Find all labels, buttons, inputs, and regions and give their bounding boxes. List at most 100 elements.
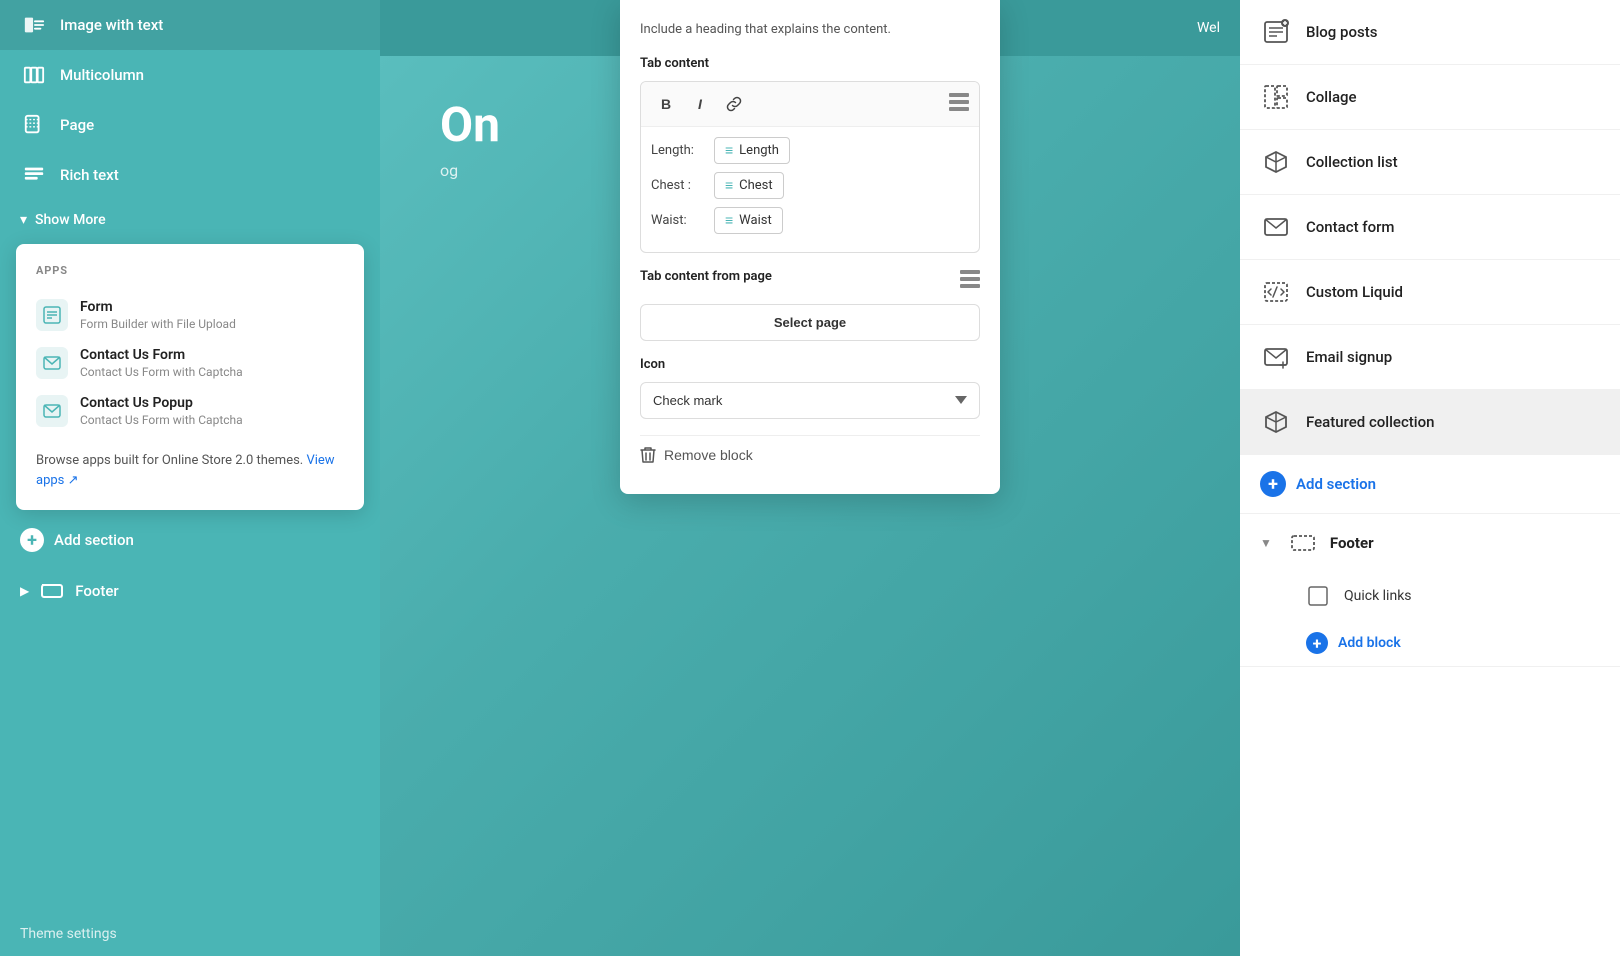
left-add-section-button[interactable]: + Add section bbox=[0, 514, 380, 566]
apps-browse-text: Browse apps built for Online Store 2.0 t… bbox=[36, 451, 344, 490]
waist-label: Waist: bbox=[651, 213, 706, 228]
apps-section-label: APPS bbox=[36, 264, 344, 277]
sidebar-item-rich-text[interactable]: Rich text bbox=[0, 150, 380, 200]
contact-us-popup-icon bbox=[36, 395, 68, 427]
tab-content-panel: Include a heading that explains the cont… bbox=[620, 0, 1000, 494]
footer-collapse-arrow: ▼ bbox=[1260, 536, 1272, 550]
length-tag[interactable]: ≡ Length bbox=[714, 137, 790, 164]
from-page-label: Tab content from page bbox=[640, 269, 772, 284]
footer-label: Footer bbox=[75, 582, 118, 600]
waist-tag-icon: ≡ bbox=[725, 212, 733, 229]
page-icon bbox=[20, 114, 48, 136]
show-more-toggle[interactable]: ▾ Show More bbox=[0, 200, 380, 240]
featured-collection-icon bbox=[1260, 406, 1292, 438]
length-tag-text: Length bbox=[739, 143, 779, 158]
right-add-section-label: Add section bbox=[1296, 475, 1376, 493]
length-label: Length: bbox=[651, 143, 706, 158]
right-add-section-plus-icon: + bbox=[1260, 471, 1286, 497]
multicolumn-icon bbox=[20, 64, 48, 86]
contact-form-label: Contact form bbox=[1306, 218, 1394, 236]
center-area: Wel On og Include a heading that explain… bbox=[380, 0, 1240, 956]
right-sidebar: Blog posts Collage Collection list bbox=[1240, 0, 1620, 956]
remove-block-button[interactable]: Remove block bbox=[640, 435, 980, 474]
collage-label: Collage bbox=[1306, 88, 1357, 106]
contact-us-form-subtitle: Contact Us Form with Captcha bbox=[80, 365, 243, 379]
right-item-collage[interactable]: Collage bbox=[1240, 65, 1620, 130]
theme-settings[interactable]: Theme settings bbox=[0, 912, 380, 956]
custom-liquid-label: Custom Liquid bbox=[1306, 283, 1403, 301]
remove-block-label: Remove block bbox=[664, 447, 753, 463]
collection-list-icon bbox=[1260, 146, 1292, 178]
custom-liquid-icon bbox=[1260, 276, 1292, 308]
editor-body[interactable]: Length: ≡ Length Chest : ≡ Chest Waist: bbox=[641, 127, 979, 252]
show-more-label: Show More bbox=[35, 212, 106, 228]
form-app-title: Form bbox=[80, 299, 236, 315]
from-page-stack-icon bbox=[960, 270, 980, 292]
left-sidebar: Image with text Multicolumn Page bbox=[0, 0, 380, 956]
right-item-blog-posts[interactable]: Blog posts bbox=[1240, 0, 1620, 65]
left-add-section-label: Add section bbox=[54, 531, 134, 549]
right-add-section-button[interactable]: + Add section bbox=[1240, 455, 1620, 514]
italic-button[interactable]: I bbox=[685, 90, 715, 118]
chest-tag-icon: ≡ bbox=[725, 177, 733, 194]
right-add-block-plus-icon: + bbox=[1306, 632, 1328, 654]
contact-us-popup-title: Contact Us Popup bbox=[80, 395, 243, 411]
image-text-icon bbox=[20, 14, 48, 36]
left-sidebar-footer[interactable]: ▶ Footer bbox=[0, 566, 380, 616]
from-page-header: Tab content from page bbox=[640, 269, 980, 294]
sidebar-item-image-with-text-label: Image with text bbox=[60, 16, 163, 34]
right-item-contact-form[interactable]: Contact form bbox=[1240, 195, 1620, 260]
from-page-section: Tab content from page Select page bbox=[640, 269, 980, 341]
chest-tag[interactable]: ≡ Chest bbox=[714, 172, 784, 199]
select-page-button[interactable]: Select page bbox=[640, 304, 980, 341]
rich-editor: B I L bbox=[640, 81, 980, 253]
app-item-contact-us-popup[interactable]: Contact Us Popup Contact Us Form with Ca… bbox=[36, 387, 344, 435]
icon-select[interactable]: Check mark Arrow Star Circle bbox=[640, 382, 980, 419]
footer-icon bbox=[41, 580, 63, 602]
chest-row: Chest : ≡ Chest bbox=[651, 172, 969, 199]
contact-form-right-icon bbox=[1260, 211, 1292, 243]
editor-toolbar: B I bbox=[641, 82, 979, 127]
length-row: Length: ≡ Length bbox=[651, 137, 969, 164]
waist-tag-text: Waist bbox=[739, 213, 772, 228]
collection-list-label: Collection list bbox=[1306, 153, 1398, 171]
editor-stack-icon bbox=[949, 93, 969, 115]
panel-description: Include a heading that explains the cont… bbox=[640, 20, 980, 40]
chevron-down-icon: ▾ bbox=[20, 212, 27, 228]
right-item-custom-liquid[interactable]: Custom Liquid bbox=[1240, 260, 1620, 325]
waist-row: Waist: ≡ Waist bbox=[651, 207, 969, 234]
right-footer-section: ▼ Footer Quick links + Add block bbox=[1240, 514, 1620, 667]
length-tag-icon: ≡ bbox=[725, 142, 733, 159]
featured-collection-label: Featured collection bbox=[1306, 413, 1434, 431]
sidebar-item-page[interactable]: Page bbox=[0, 100, 380, 150]
bold-button[interactable]: B bbox=[651, 90, 681, 118]
right-footer-label: Footer bbox=[1330, 534, 1374, 552]
right-footer-header[interactable]: ▼ Footer bbox=[1240, 514, 1620, 572]
sidebar-item-rich-text-label: Rich text bbox=[60, 166, 119, 184]
rich-text-icon bbox=[20, 164, 48, 186]
right-add-block-button[interactable]: + Add block bbox=[1240, 620, 1620, 666]
add-section-plus-icon: + bbox=[20, 528, 44, 552]
right-item-email-signup[interactable]: Email signup bbox=[1240, 325, 1620, 390]
link-button[interactable] bbox=[719, 90, 749, 118]
contact-us-form-title: Contact Us Form bbox=[80, 347, 243, 363]
waist-tag[interactable]: ≡ Waist bbox=[714, 207, 783, 234]
app-item-form[interactable]: Form Form Builder with File Upload bbox=[36, 291, 344, 339]
trash-icon bbox=[640, 446, 656, 464]
blog-posts-label: Blog posts bbox=[1306, 23, 1377, 41]
right-item-featured-collection[interactable]: Featured collection bbox=[1240, 390, 1620, 455]
right-footer-icon bbox=[1290, 530, 1316, 556]
chest-tag-text: Chest bbox=[739, 178, 772, 193]
icon-section: Icon Check mark Arrow Star Circle bbox=[640, 357, 980, 419]
icon-label: Icon bbox=[640, 357, 980, 372]
preview-header-text: Wel bbox=[1197, 20, 1220, 36]
sidebar-item-image-with-text[interactable]: Image with text bbox=[0, 0, 380, 50]
quick-links-item[interactable]: Quick links bbox=[1240, 572, 1620, 620]
app-item-contact-us-form[interactable]: Contact Us Form Contact Us Form with Cap… bbox=[36, 339, 344, 387]
right-add-block-label: Add block bbox=[1338, 635, 1401, 651]
footer-expand-arrow: ▶ bbox=[20, 584, 29, 598]
sidebar-item-page-label: Page bbox=[60, 116, 94, 134]
sidebar-item-multicolumn-label: Multicolumn bbox=[60, 66, 144, 84]
right-item-collection-list[interactable]: Collection list bbox=[1240, 130, 1620, 195]
sidebar-item-multicolumn[interactable]: Multicolumn bbox=[0, 50, 380, 100]
